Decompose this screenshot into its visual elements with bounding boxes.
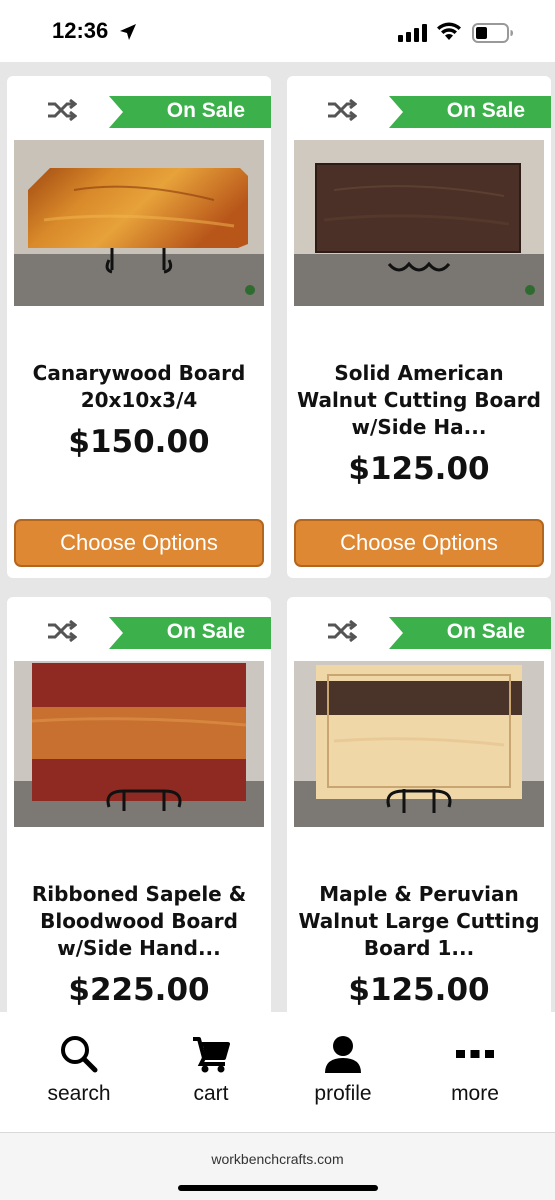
product-grid: On Sale Canarywood Board 20x10x3/4 $150.… [0,62,555,1012]
shuffle-compare-icon[interactable] [327,619,357,643]
product-card[interactable]: On Sale Canarywood Board 20x10x3/4 $150.… [7,76,271,578]
cellular-signal-icon [398,24,427,42]
nav-search[interactable]: search [13,1034,145,1106]
product-image[interactable] [294,140,544,306]
cart-icon [193,1037,230,1073]
choose-options-button[interactable]: Choose Options [14,519,264,567]
nav-label: more [451,1082,499,1105]
url-text[interactable]: workbenchcrafts.com [0,1151,555,1167]
nav-profile[interactable]: profile [277,1034,409,1106]
search-icon [61,1036,98,1073]
wifi-icon [437,22,461,40]
product-price: $225.00 [68,972,210,1008]
bottom-navigation: search cart profile more [0,1012,555,1132]
nav-label: cart [193,1082,229,1105]
sale-badge: On Sale [109,617,271,649]
profile-icon [325,1036,361,1073]
nav-cart[interactable]: cart [145,1034,277,1106]
product-name[interactable]: Canarywood Board 20x10x3/4 [17,360,261,414]
product-name[interactable]: Ribboned Sapele & Bloodwood Board w/Side… [17,881,261,962]
product-name[interactable]: Maple & Peruvian Walnut Large Cutting Bo… [297,881,541,962]
choose-options-button[interactable]: Choose Options [294,519,544,567]
status-bar: 12:36 [0,0,555,62]
product-image[interactable] [294,661,544,827]
sale-badge: On Sale [389,617,551,649]
more-icon [456,1050,494,1058]
product-card[interactable]: On Sale Maple & Peruvian Walnut Large Cu… [287,597,551,1012]
shuffle-compare-icon[interactable] [47,619,77,643]
browser-url-bar[interactable]: workbenchcrafts.com [0,1132,555,1200]
nav-label: profile [314,1082,372,1105]
product-card[interactable]: On Sale Ribboned Sapele & Bloodwood Boar… [7,597,271,1012]
sale-badge: On Sale [109,96,271,128]
sale-badge: On Sale [389,96,551,128]
product-image[interactable] [14,140,264,306]
product-price: $150.00 [68,424,210,460]
product-image[interactable] [14,661,264,827]
product-name[interactable]: Solid American Walnut Cutting Board w/Si… [297,360,541,441]
battery-icon [472,23,513,43]
shuffle-compare-icon[interactable] [47,98,77,122]
nav-label: search [47,1082,111,1105]
shuffle-compare-icon[interactable] [327,98,357,122]
product-price: $125.00 [348,451,490,487]
product-card[interactable]: On Sale Solid American Walnut Cutting Bo… [287,76,551,578]
home-indicator[interactable] [178,1185,378,1191]
nav-more[interactable]: more [409,1034,541,1106]
product-price: $125.00 [348,972,490,1008]
status-time: 12:36 [52,18,109,43]
location-arrow-icon [120,24,136,40]
